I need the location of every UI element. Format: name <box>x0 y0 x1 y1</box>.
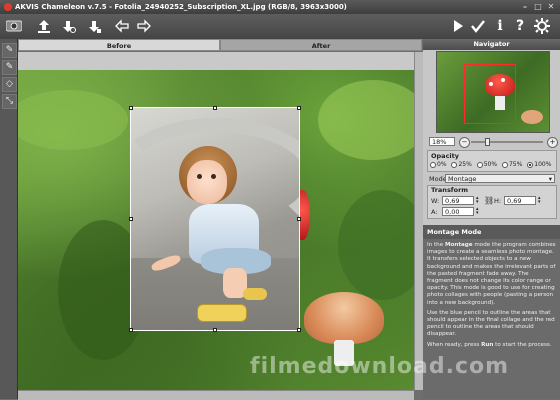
maximize-icon[interactable]: □ <box>533 2 543 12</box>
resize-handle[interactable] <box>213 106 217 110</box>
tab-before[interactable]: Before <box>18 39 220 51</box>
minimize-icon[interactable]: – <box>520 2 530 12</box>
grass-blur <box>18 90 128 150</box>
blue-pencil-icon[interactable]: ✎ <box>2 43 17 58</box>
transform-group: Transform W: 0,69 ▴ ▾ ⛓ H: 0,69 ▴ ▾ A: 0,0… <box>427 185 557 219</box>
height-field[interactable]: 0,69 <box>504 196 536 205</box>
zoom-out-icon[interactable]: − <box>459 137 470 148</box>
eraser-icon[interactable]: ◇ <box>2 77 17 92</box>
grass-blur <box>318 80 414 160</box>
girl-sandal <box>243 288 267 300</box>
export-icon[interactable] <box>84 16 104 36</box>
resize-handle[interactable] <box>129 106 133 110</box>
width-stepper[interactable]: ▴ ▾ <box>476 196 481 205</box>
opacity-50[interactable]: 50% <box>476 161 497 168</box>
height-stepper[interactable]: ▴ ▾ <box>538 196 543 205</box>
opacity-options: 0% 25% 50% 75% 100% <box>430 161 551 168</box>
help-paragraph-3: When ready, press Run to start the proce… <box>427 341 552 348</box>
vertical-scrollbar[interactable] <box>414 52 423 390</box>
window-title: AKVIS Chameleon v.7.5 - Fotolia_24940252… <box>15 3 347 11</box>
pasted-fragment[interactable] <box>130 107 300 331</box>
navigator-view-frame[interactable] <box>464 64 516 124</box>
help-icon[interactable]: ? <box>510 16 530 36</box>
chevron-down-icon: ▾ <box>548 175 552 183</box>
zoom-field[interactable]: 18% <box>429 137 455 146</box>
info-icon[interactable]: i <box>490 16 510 36</box>
opacity-100[interactable]: 100% <box>527 161 551 168</box>
canvas-margin <box>18 52 414 71</box>
angle-stepper[interactable]: ▴ ▾ <box>476 207 481 216</box>
angle-field[interactable]: 0,00 <box>442 207 474 216</box>
zoom-slider-thumb[interactable] <box>485 138 490 146</box>
help-paragraph-2: Use the blue pencil to outline the areas… <box>427 309 555 338</box>
toolbar: i ? <box>0 14 560 39</box>
width-label: W: <box>431 197 440 205</box>
girl-face <box>187 160 227 204</box>
app-logo-icon <box>4 3 12 11</box>
red-pencil-icon[interactable]: ✎ <box>2 60 17 75</box>
apply-icon[interactable] <box>468 16 488 36</box>
help-title: Montage Mode <box>423 225 560 239</box>
mode-select[interactable]: Montage ▾ <box>445 174 555 183</box>
resize-handle[interactable] <box>213 328 217 332</box>
run-icon[interactable] <box>448 16 468 36</box>
mode-value: Montage <box>448 175 477 183</box>
opacity-0[interactable]: 0% <box>430 161 447 168</box>
photo-logo-icon <box>4 16 24 36</box>
transform-title: Transform <box>431 186 469 194</box>
resize-handle[interactable] <box>129 328 133 332</box>
opacity-title: Opacity <box>431 152 459 160</box>
link-icon[interactable]: ⛓ <box>484 196 494 205</box>
zoom-in-icon[interactable]: + <box>547 137 558 148</box>
mushroom-thumb <box>521 110 543 124</box>
help-paragraph-1: In the Montage mode the program combines… <box>427 242 556 306</box>
opacity-25[interactable]: 25% <box>451 161 472 168</box>
watermark: filmedownload.com <box>250 354 510 379</box>
open-icon[interactable] <box>34 16 54 36</box>
opacity-group: Opacity 0% 25% 50% 75% 100% <box>427 150 557 172</box>
transform-tool-icon[interactable]: ⤡ <box>2 94 17 109</box>
zoom-slider-track[interactable] <box>471 141 543 143</box>
width-field[interactable]: 0,69 <box>442 196 474 205</box>
opacity-75[interactable]: 75% <box>501 161 522 168</box>
girl-eye <box>197 174 202 179</box>
navigator-title: Navigator <box>423 39 560 50</box>
title-bar: AKVIS Chameleon v.7.5 - Fotolia_24940252… <box>0 0 560 14</box>
grass-blur <box>338 190 414 300</box>
resize-handle[interactable] <box>129 217 133 221</box>
girl-sandal <box>197 304 247 322</box>
zoom-row: 18% − + <box>427 137 558 148</box>
redo-icon[interactable] <box>134 16 154 36</box>
height-label: H: <box>494 197 502 205</box>
mode-row: Mode Montage ▾ <box>427 174 557 184</box>
mushroom-cap <box>304 292 384 344</box>
save-icon[interactable] <box>58 16 78 36</box>
girl-eye <box>211 174 216 179</box>
resize-handle[interactable] <box>297 106 301 110</box>
tab-after[interactable]: After <box>220 39 422 51</box>
preferences-icon[interactable] <box>532 16 552 36</box>
angle-label: A: <box>431 208 438 216</box>
tool-column: ✎ ✎ ◇ ⤡ <box>0 39 18 399</box>
resize-handle[interactable] <box>297 328 301 332</box>
close-icon[interactable]: ✕ <box>546 2 556 12</box>
resize-handle[interactable] <box>297 217 301 221</box>
undo-icon[interactable] <box>112 16 132 36</box>
